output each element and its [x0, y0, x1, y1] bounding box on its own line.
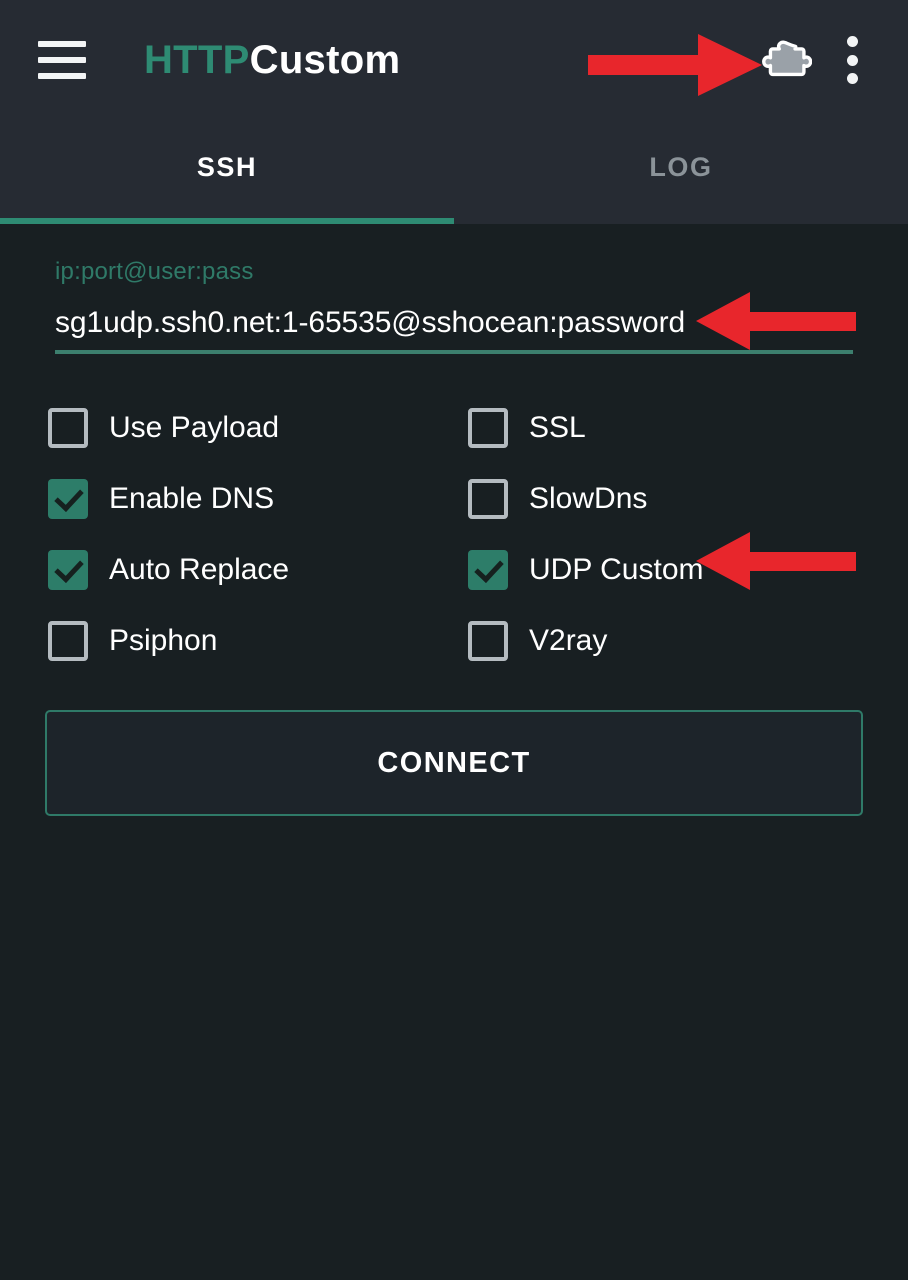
option-udp-custom[interactable]: UDP Custom — [468, 534, 860, 605]
connect-button[interactable]: CONNECT — [45, 710, 863, 816]
tab-ssh[interactable]: SSH — [0, 120, 454, 224]
checkbox-enable-dns[interactable] — [48, 478, 88, 519]
checkbox-udp-custom[interactable] — [468, 549, 508, 590]
option-label: Enable DNS — [109, 481, 275, 515]
hamburger-line — [38, 41, 86, 47]
options-grid: Use Payload SSL Enable DNS SlowDns Auto … — [48, 392, 860, 676]
tab-log[interactable]: LOG — [454, 120, 908, 224]
hamburger-menu-icon[interactable] — [38, 41, 86, 79]
app-title-secondary: Custom — [249, 37, 401, 82]
tab-bar: SSH LOG — [0, 120, 908, 224]
option-v2ray[interactable]: V2ray — [468, 605, 860, 676]
app-title-primary: HTTP — [144, 37, 250, 82]
checkbox-ssl[interactable] — [468, 407, 508, 448]
kebab-dot — [846, 54, 858, 66]
kebab-dot — [846, 73, 858, 84]
option-use-payload[interactable]: Use Payload — [48, 392, 468, 463]
puzzle-piece-icon[interactable] — [760, 34, 812, 86]
option-label: UDP Custom — [529, 552, 704, 586]
checkbox-slowdns[interactable] — [468, 478, 508, 519]
option-auto-replace[interactable]: Auto Replace — [48, 534, 468, 605]
app-bar-actions — [760, 34, 882, 86]
option-label: SlowDns — [529, 481, 648, 515]
option-ssl[interactable]: SSL — [468, 392, 860, 463]
config-field-input[interactable]: sg1udp.ssh0.net:1-65535@sshocean:passwor… — [55, 306, 860, 340]
checkbox-psiphon[interactable] — [48, 620, 88, 661]
checkbox-v2ray[interactable] — [468, 620, 508, 661]
checkbox-use-payload[interactable] — [48, 407, 88, 448]
option-label: Auto Replace — [109, 552, 290, 586]
connect-button-label: CONNECT — [377, 746, 531, 779]
option-label: SSL — [529, 410, 586, 444]
option-psiphon[interactable]: Psiphon — [48, 605, 468, 676]
option-enable-dns[interactable]: Enable DNS — [48, 463, 468, 534]
checkbox-auto-replace[interactable] — [48, 549, 88, 590]
hamburger-line — [38, 57, 86, 63]
config-field-label: ip:port@user:pass — [55, 258, 254, 285]
kebab-menu-icon[interactable] — [846, 36, 858, 84]
config-field-block: ip:port@user:pass sg1udp.ssh0.net:1-6553… — [48, 258, 860, 354]
app-title: HTTPCustom — [144, 38, 400, 83]
tab-active-indicator — [0, 218, 454, 224]
hamburger-line — [38, 73, 86, 79]
ssh-tab-content: ip:port@user:pass sg1udp.ssh0.net:1-6553… — [0, 258, 908, 816]
config-field-underline — [55, 350, 853, 354]
option-slowdns[interactable]: SlowDns — [468, 463, 860, 534]
option-label: Psiphon — [109, 623, 218, 657]
kebab-dot — [846, 36, 858, 47]
option-label: Use Payload — [109, 410, 280, 444]
app-bar: HTTPCustom — [0, 0, 908, 120]
option-label: V2ray — [529, 623, 608, 657]
